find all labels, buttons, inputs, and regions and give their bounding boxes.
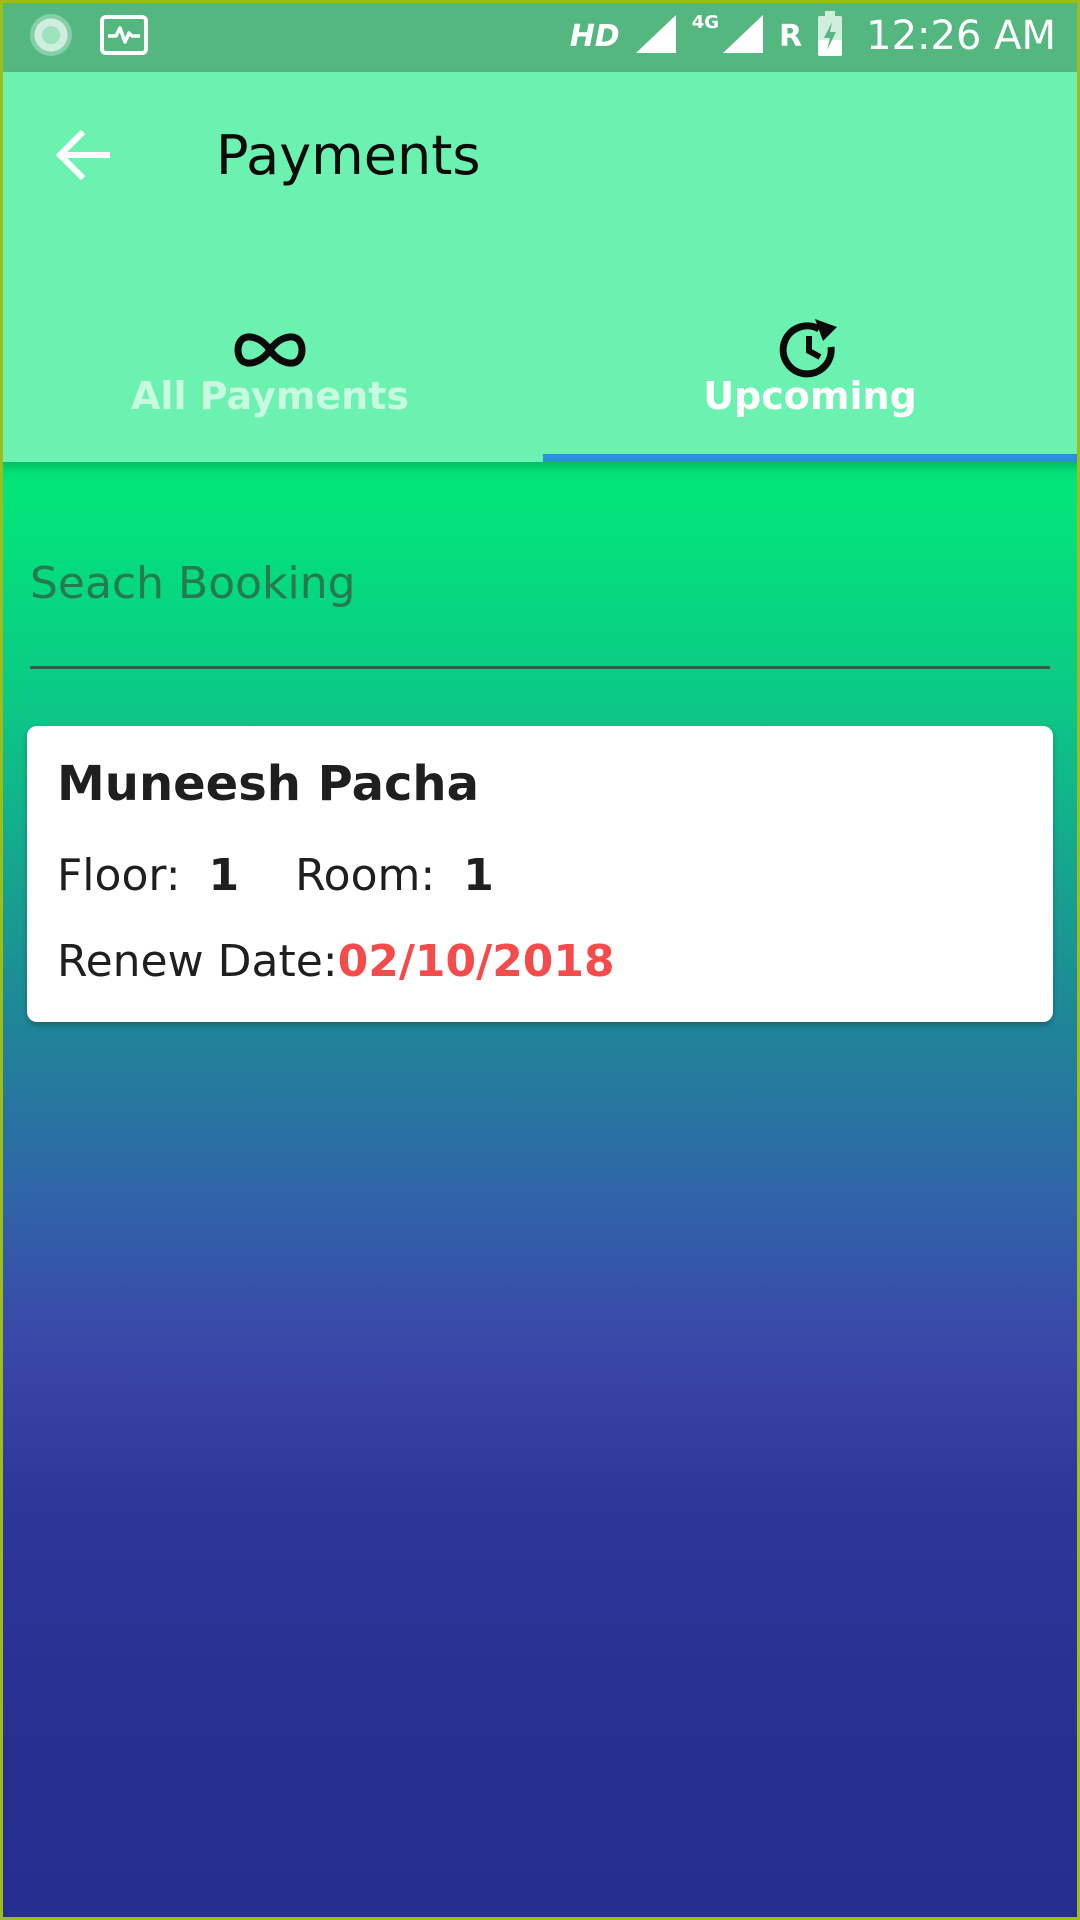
search-field: [30, 540, 1050, 670]
roaming-indicator: R: [779, 18, 803, 54]
arrow-left-icon: [55, 129, 111, 184]
room-label: Room:: [295, 850, 436, 901]
signal-4g-icon: [721, 13, 765, 59]
floor-value: 1: [208, 850, 240, 901]
back-button[interactable]: [50, 124, 116, 190]
active-tab-indicator: [543, 454, 1080, 462]
status-system: HD 4G R 12:26 AM: [570, 8, 1056, 64]
tab-all-payments[interactable]: All Payments: [0, 262, 540, 462]
renew-date-value: 02/10/2018: [337, 936, 615, 987]
search-underline: [30, 666, 1050, 669]
floor-label: Floor:: [57, 850, 181, 901]
network-4g-indicator: 4G: [691, 11, 720, 33]
tenant-name: Muneesh Pacha: [57, 756, 479, 812]
tab-label: All Payments: [131, 374, 409, 418]
renew-date-row: Renew Date:02/10/2018: [57, 936, 615, 987]
floor-room-row: Floor: 1 Room: 1: [57, 850, 494, 901]
sync-icon: [30, 14, 72, 56]
status-notifications: [30, 14, 148, 56]
clock: 12:26 AM: [866, 13, 1056, 59]
app-bar: Payments All Payments Upcoming: [0, 72, 1080, 462]
room-value: 1: [463, 850, 494, 901]
tab-upcoming[interactable]: Upcoming: [540, 262, 1080, 462]
activity-monitor-icon: [100, 15, 148, 55]
signal-icon: [634, 13, 678, 59]
status-bar: HD 4G R 12:26 AM: [0, 0, 1080, 72]
battery-charging-icon: [816, 10, 844, 62]
page-title: Payments: [216, 124, 481, 187]
tab-label: Upcoming: [703, 374, 917, 418]
search-input[interactable]: [30, 540, 1050, 626]
hd-indicator: HD: [569, 18, 620, 54]
tab-bar: All Payments Upcoming: [0, 262, 1080, 462]
renew-date-label: Renew Date:: [57, 936, 338, 987]
booking-card[interactable]: Muneesh Pacha Floor: 1 Room: 1 Renew Dat…: [27, 726, 1053, 1022]
